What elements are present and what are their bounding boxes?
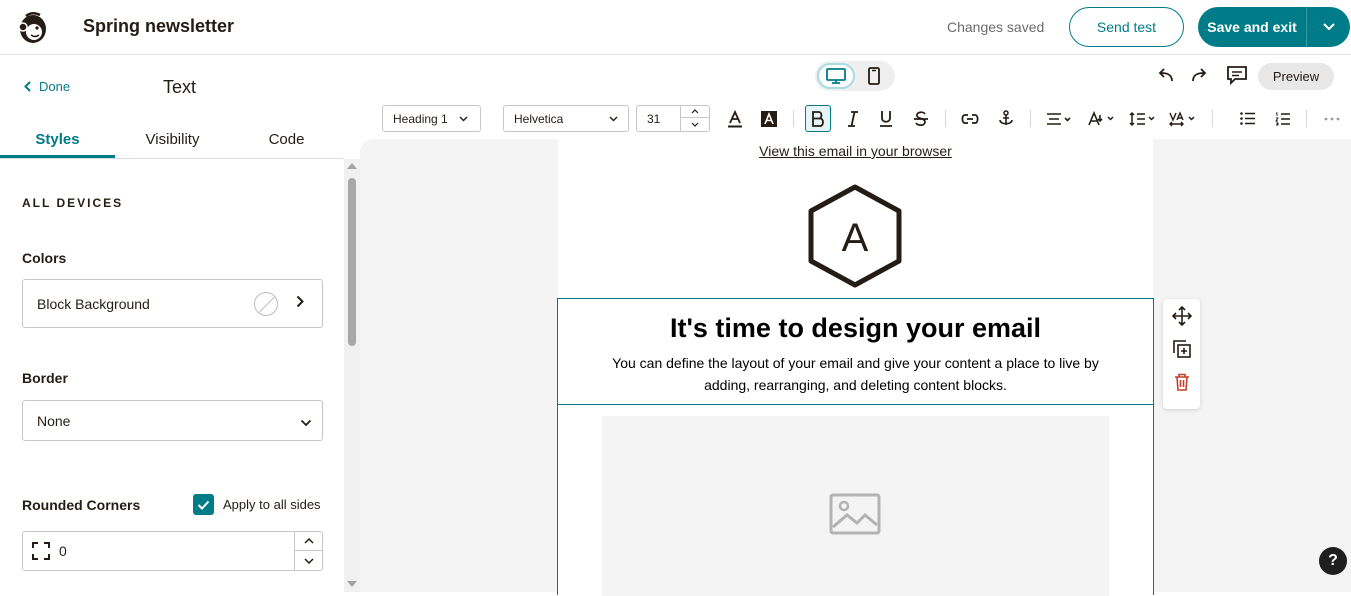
align-icon[interactable] bbox=[1043, 105, 1075, 132]
email-heading[interactable]: It's time to design your email bbox=[558, 313, 1153, 344]
corner-radius-input[interactable]: 0 bbox=[22, 531, 323, 571]
block-style-select[interactable]: Heading 1 bbox=[382, 105, 481, 132]
mailchimp-logo-icon[interactable] bbox=[14, 8, 52, 46]
increment-icon[interactable] bbox=[295, 532, 322, 551]
logo-letter: A bbox=[842, 216, 869, 260]
preview-button[interactable]: Preview bbox=[1258, 63, 1334, 90]
desktop-icon[interactable] bbox=[817, 63, 855, 89]
image-block[interactable] bbox=[557, 405, 1154, 596]
checkmark-icon[interactable] bbox=[193, 494, 214, 515]
text-block-selected[interactable]: It's time to design your email You can d… bbox=[557, 298, 1154, 405]
letter-spacing-icon[interactable] bbox=[1167, 105, 1201, 132]
highlight-color-icon[interactable] bbox=[756, 105, 782, 132]
top-bar: Spring newsletter Changes saved Send tes… bbox=[0, 0, 1351, 55]
more-options-icon[interactable] bbox=[1319, 105, 1345, 132]
corner-radius-stepper bbox=[294, 532, 322, 570]
send-test-button[interactable]: Send test bbox=[1069, 7, 1184, 47]
chevron-left-icon bbox=[24, 81, 31, 92]
chevron-down-icon bbox=[459, 116, 468, 122]
scroll-down-arrow-icon[interactable] bbox=[347, 581, 357, 587]
logo-block[interactable]: A bbox=[807, 183, 903, 294]
scrollbar-thumb[interactable] bbox=[348, 178, 356, 346]
undo-icon[interactable] bbox=[1155, 63, 1175, 87]
border-select[interactable]: None bbox=[22, 400, 323, 441]
image-placeholder[interactable] bbox=[602, 416, 1109, 596]
done-label: Done bbox=[39, 79, 71, 94]
mobile-icon[interactable] bbox=[855, 63, 893, 89]
image-icon bbox=[829, 493, 881, 540]
scroll-up-arrow-icon[interactable] bbox=[347, 163, 357, 169]
underline-icon[interactable] bbox=[873, 105, 899, 132]
tab-visibility[interactable]: Visibility bbox=[115, 121, 230, 158]
tab-code[interactable]: Code bbox=[230, 121, 343, 158]
block-background-label: Block Background bbox=[37, 295, 150, 312]
border-value: None bbox=[37, 412, 71, 429]
apply-all-sides-checkbox[interactable]: Apply to all sides bbox=[193, 494, 321, 515]
divider bbox=[793, 110, 794, 127]
panel-tabs: Styles Visibility Code bbox=[0, 121, 343, 159]
font-size-stepper[interactable]: 31 bbox=[636, 105, 710, 132]
colors-label: Colors bbox=[22, 250, 67, 266]
help-button[interactable]: ? bbox=[1319, 547, 1347, 575]
decrement-icon[interactable] bbox=[295, 551, 322, 570]
campaign-title[interactable]: Spring newsletter bbox=[83, 16, 234, 37]
link-icon[interactable] bbox=[957, 105, 983, 132]
text-size-icon[interactable] bbox=[1085, 105, 1119, 132]
bold-icon[interactable] bbox=[805, 105, 831, 132]
chevron-down-icon bbox=[300, 414, 312, 430]
redo-icon[interactable] bbox=[1190, 63, 1210, 87]
text-color-icon[interactable] bbox=[722, 105, 748, 132]
save-and-exit-button[interactable]: Save and exit bbox=[1198, 19, 1306, 35]
border-label: Border bbox=[22, 370, 68, 386]
panel-title: Text bbox=[163, 77, 197, 97]
tab-styles[interactable]: Styles bbox=[0, 121, 115, 158]
delete-icon[interactable] bbox=[1163, 365, 1200, 398]
save-status: Changes saved bbox=[947, 19, 1045, 35]
divider bbox=[1306, 110, 1307, 127]
save-and-exit-button-group: Save and exit bbox=[1198, 7, 1350, 47]
divider bbox=[945, 110, 946, 127]
corners-icon bbox=[23, 542, 59, 560]
numbered-list-icon[interactable] bbox=[1270, 105, 1296, 132]
email-body-text[interactable]: You can define the layout of your email … bbox=[598, 352, 1113, 396]
email-canvas: View this email in your browser A It's t… bbox=[557, 139, 1154, 596]
divider bbox=[1212, 110, 1213, 127]
font-family-select[interactable]: Helvetica bbox=[503, 105, 629, 132]
section-heading: ALL DEVICES bbox=[22, 196, 124, 210]
comment-icon[interactable] bbox=[1225, 63, 1249, 87]
font-family-value: Helvetica bbox=[514, 111, 564, 126]
chevron-down-icon bbox=[609, 116, 618, 122]
device-toggle bbox=[815, 61, 895, 91]
divider bbox=[1030, 110, 1031, 127]
increment-icon[interactable] bbox=[681, 106, 709, 118]
rounded-corners-label: Rounded Corners bbox=[22, 497, 141, 513]
block-background-field[interactable]: Block Background bbox=[22, 279, 323, 328]
done-link[interactable]: Done bbox=[24, 79, 70, 94]
block-toolbar bbox=[1163, 299, 1200, 409]
no-color-swatch-icon bbox=[254, 292, 278, 316]
line-height-icon[interactable] bbox=[1126, 105, 1160, 132]
corner-radius-value[interactable]: 0 bbox=[59, 543, 67, 559]
apply-all-sides-label: Apply to all sides bbox=[223, 497, 321, 512]
bulleted-list-icon[interactable] bbox=[1235, 105, 1261, 132]
view-in-browser-link[interactable]: View this email in your browser bbox=[558, 143, 1153, 159]
chevron-right-icon bbox=[296, 295, 304, 311]
anchor-icon[interactable] bbox=[993, 105, 1019, 132]
block-style-value: Heading 1 bbox=[393, 111, 448, 126]
decrement-icon[interactable] bbox=[681, 118, 709, 130]
strikethrough-icon[interactable] bbox=[908, 105, 934, 132]
move-icon[interactable] bbox=[1163, 299, 1200, 332]
font-size-arrows bbox=[680, 106, 709, 131]
font-size-value[interactable]: 31 bbox=[647, 112, 660, 126]
duplicate-icon[interactable] bbox=[1163, 332, 1200, 365]
settings-sidebar: Done Text Styles Visibility Code ALL DEV… bbox=[0, 55, 360, 592]
chevron-down-icon[interactable] bbox=[1307, 23, 1350, 31]
italic-icon[interactable] bbox=[840, 105, 866, 132]
editor-area: Preview Heading 1 Helvetica 31 View this… bbox=[360, 55, 1351, 596]
